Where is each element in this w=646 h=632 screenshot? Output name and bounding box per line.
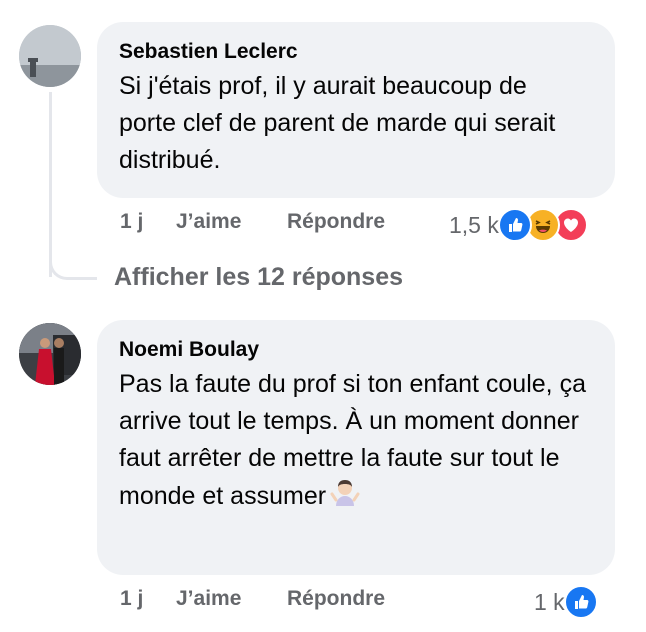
comment-author[interactable]: Noemi Boulay bbox=[119, 337, 593, 363]
reply-button[interactable]: Répondre bbox=[287, 587, 385, 611]
avatar[interactable] bbox=[19, 25, 81, 87]
comment-time[interactable]: 1 j bbox=[120, 210, 176, 234]
reaction-count: 1 k bbox=[534, 588, 565, 615]
reaction-count: 1,5 k bbox=[449, 211, 499, 238]
reply-button[interactable]: Répondre bbox=[287, 210, 385, 234]
comment-bubble: Noemi Boulay Pas la faute du prof si ton… bbox=[97, 320, 615, 575]
comment-bubble: Sebastien Leclerc Si j'étais prof, il y … bbox=[97, 22, 615, 198]
view-replies-link[interactable]: Afficher les 12 réponses bbox=[114, 263, 403, 292]
comment-text: Si j'étais prof, il y aurait beaucoup de… bbox=[119, 72, 556, 174]
person-shrugging-emoji bbox=[330, 477, 360, 518]
comment-time[interactable]: 1 j bbox=[120, 587, 176, 611]
thread-connector bbox=[49, 250, 97, 280]
comment-actions: 1 j J’aime Répondre bbox=[120, 210, 385, 234]
like-button[interactable]: J’aime bbox=[176, 210, 287, 234]
like-icon bbox=[497, 208, 532, 242]
reactions-summary[interactable]: 1 k bbox=[534, 585, 598, 619]
avatar[interactable] bbox=[19, 323, 81, 385]
reactions-summary[interactable]: 1,5 k bbox=[449, 208, 588, 242]
like-button[interactable]: J’aime bbox=[176, 587, 287, 611]
comment-author[interactable]: Sebastien Leclerc bbox=[119, 39, 593, 65]
like-icon bbox=[563, 585, 598, 619]
comment-text: Pas la faute du prof si ton enfant coule… bbox=[119, 366, 589, 518]
comment-actions: 1 j J’aime Répondre bbox=[120, 587, 385, 611]
